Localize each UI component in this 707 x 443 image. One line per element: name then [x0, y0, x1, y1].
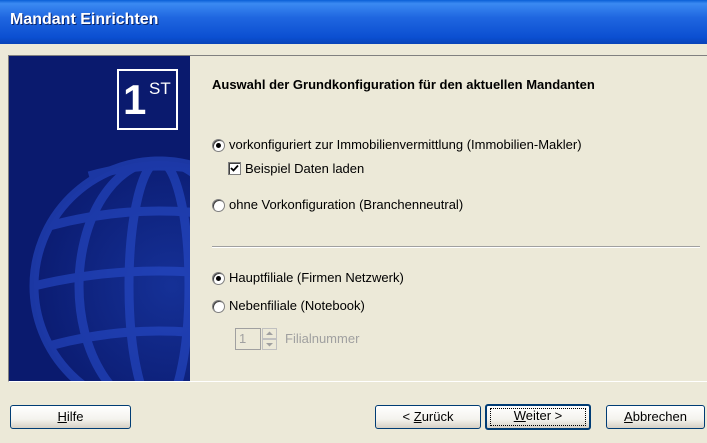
- first-step-logo: 1 ST: [117, 69, 178, 130]
- logo-number: 1: [123, 76, 147, 123]
- back-label: urück: [421, 409, 454, 424]
- next-button[interactable]: Weiter >: [485, 404, 591, 430]
- spin-up-button[interactable]: [262, 328, 277, 339]
- next-label: eiter >: [525, 408, 563, 423]
- radio-label: Hauptfiliale (Firmen Netzwerk): [229, 270, 404, 285]
- checkbox-label: Beispiel Daten laden: [245, 161, 365, 176]
- filial-number-label: Filialnummer: [285, 331, 360, 346]
- back-prefix: <: [402, 409, 414, 424]
- logo-suffix: ST: [149, 79, 171, 98]
- dialog-client-area: 1 ST Auswahl der Grundkonfiguration für …: [0, 44, 707, 443]
- help-accel: H: [57, 409, 67, 424]
- spin-down-button[interactable]: [262, 339, 277, 350]
- title-bar[interactable]: Mandant Einrichten: [0, 0, 707, 44]
- help-label: ilfe: [66, 409, 84, 424]
- cancel-label: bbrechen: [632, 409, 687, 424]
- checkbox-indicator[interactable]: [228, 162, 241, 175]
- radio-indicator[interactable]: [212, 300, 225, 313]
- page-heading: Auswahl der Grundkonfiguration für den a…: [212, 77, 595, 92]
- cancel-button[interactable]: Abbrechen: [606, 405, 705, 429]
- radio-label: Nebenfiliale (Notebook): [229, 298, 365, 313]
- wizard-side-image: 1 ST: [9, 56, 190, 381]
- radio-indicator[interactable]: [212, 139, 225, 152]
- wizard-page: 1 ST Auswahl der Grundkonfiguration für …: [8, 55, 707, 382]
- radio-indicator[interactable]: [212, 199, 225, 212]
- filial-number-spinner[interactable]: 1: [235, 328, 277, 350]
- cancel-accel: A: [624, 409, 633, 424]
- radio-indicator[interactable]: [212, 272, 225, 285]
- filial-number-input[interactable]: 1: [235, 328, 261, 350]
- back-accel: Z: [413, 409, 422, 424]
- radio-label: vorkonfiguriert zur Immobilienvermittlun…: [229, 137, 582, 152]
- arrow-up-icon: [266, 331, 273, 335]
- radio-label: ohne Vorkonfiguration (Branchenneutral): [229, 197, 464, 212]
- checkmark-icon: [230, 164, 239, 172]
- separator: [212, 246, 700, 248]
- back-button[interactable]: < Zurück: [375, 405, 481, 429]
- arrow-down-icon: [266, 343, 273, 347]
- window-title: Mandant Einrichten: [10, 11, 159, 28]
- help-button[interactable]: Hilfe: [10, 405, 131, 429]
- next-accel: W: [513, 408, 526, 423]
